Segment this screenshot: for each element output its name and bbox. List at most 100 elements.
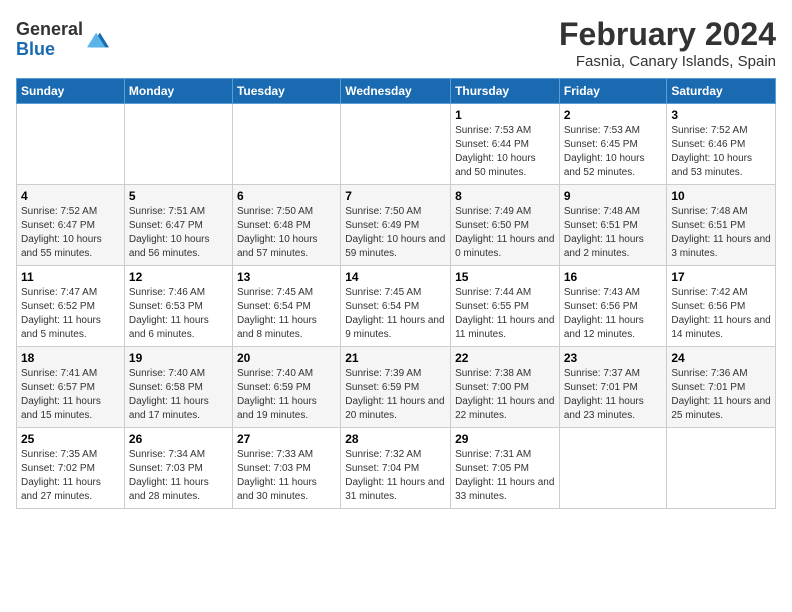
col-header-friday: Friday [559, 79, 667, 104]
calendar-table: SundayMondayTuesdayWednesdayThursdayFrid… [16, 78, 776, 509]
logo: General Blue [16, 20, 109, 60]
day-info: Sunrise: 7:39 AMSunset: 6:59 PMDaylight:… [345, 367, 446, 423]
week-row-5: 25 Sunrise: 7:35 AMSunset: 7:02 PMDayligh… [17, 428, 776, 509]
day-info: Sunrise: 7:48 AMSunset: 6:51 PMDaylight:… [564, 205, 663, 261]
day-number: 12 [129, 270, 228, 284]
day-number: 27 [237, 432, 336, 446]
day-info: Sunrise: 7:52 AMSunset: 6:47 PMDaylight:… [21, 205, 120, 261]
logo-blue-text: Blue [16, 40, 83, 60]
col-header-sunday: Sunday [17, 79, 125, 104]
day-info: Sunrise: 7:43 AMSunset: 6:56 PMDaylight:… [564, 286, 663, 342]
day-number: 13 [237, 270, 336, 284]
logo-general-text: General [16, 20, 83, 40]
main-title: February 2024 [559, 16, 776, 53]
day-number: 4 [21, 189, 120, 203]
day-cell: 26Sunrise: 7:34 AMSunset: 7:03 PMDayligh… [124, 428, 232, 509]
day-number: 2 [564, 108, 663, 122]
title-area: February 2024 Fasnia, Canary Islands, Sp… [559, 16, 776, 70]
day-number: 26 [129, 432, 228, 446]
day-cell: 9Sunrise: 7:48 AMSunset: 6:51 PMDaylight… [559, 185, 667, 266]
day-cell: 15 Sunrise: 7:44 AMSunset: 6:55 PMDayligh… [451, 266, 560, 347]
day-cell: 12 Sunrise: 7:46 AMSunset: 6:53 PMDayligh… [124, 266, 232, 347]
day-number: 28 [345, 432, 446, 446]
logo-icon [87, 29, 109, 51]
col-header-tuesday: Tuesday [232, 79, 340, 104]
day-info: Sunrise: 7:38 AMSunset: 7:00 PMDaylight:… [455, 367, 555, 423]
week-row-1: 1 Sunrise: 7:53 AMSunset: 6:44 PMDaylight… [17, 104, 776, 185]
day-number: 3 [671, 108, 771, 122]
col-header-thursday: Thursday [451, 79, 560, 104]
day-info: Sunrise: 7:52 AMSunset: 6:46 PMDaylight:… [671, 124, 771, 180]
day-cell: 24 Sunrise: 7:36 AMSunset: 7:01 PMDayligh… [667, 347, 776, 428]
calendar-header-row: SundayMondayTuesdayWednesdayThursdayFrid… [17, 79, 776, 104]
day-info: Sunrise: 7:53 AMSunset: 6:45 PMDaylight:… [564, 124, 663, 180]
day-number: 24 [671, 351, 771, 365]
day-number: 18 [21, 351, 120, 365]
day-info: Sunrise: 7:51 AMSunset: 6:47 PMDaylight:… [129, 205, 228, 261]
day-info: Sunrise: 7:35 AMSunset: 7:02 PMDaylight:… [21, 448, 120, 504]
day-cell: 3 Sunrise: 7:52 AMSunset: 6:46 PMDaylight… [667, 104, 776, 185]
day-number: 10 [671, 189, 771, 203]
day-number: 1 [455, 108, 555, 122]
col-header-monday: Monday [124, 79, 232, 104]
day-number: 11 [21, 270, 120, 284]
day-cell: 19 Sunrise: 7:40 AMSunset: 6:58 PMDayligh… [124, 347, 232, 428]
day-cell: 20 Sunrise: 7:40 AMSunset: 6:59 PMDayligh… [232, 347, 340, 428]
day-info: Sunrise: 7:46 AMSunset: 6:53 PMDaylight:… [129, 286, 228, 342]
day-cell: 4 Sunrise: 7:52 AMSunset: 6:47 PMDaylight… [17, 185, 125, 266]
day-cell: 8Sunrise: 7:49 AMSunset: 6:50 PMDaylight… [451, 185, 560, 266]
day-cell [559, 428, 667, 509]
day-cell: 16 Sunrise: 7:43 AMSunset: 6:56 PMDayligh… [559, 266, 667, 347]
day-cell: 25 Sunrise: 7:35 AMSunset: 7:02 PMDayligh… [17, 428, 125, 509]
day-cell: 17 Sunrise: 7:42 AMSunset: 6:56 PMDayligh… [667, 266, 776, 347]
day-number: 17 [671, 270, 771, 284]
day-cell: 13 Sunrise: 7:45 AMSunset: 6:54 PMDayligh… [232, 266, 340, 347]
day-cell: 7 Sunrise: 7:50 AMSunset: 6:49 PMDaylight… [341, 185, 451, 266]
day-number: 22 [455, 351, 555, 365]
calendar-body: 1 Sunrise: 7:53 AMSunset: 6:44 PMDaylight… [17, 104, 776, 509]
week-row-3: 11 Sunrise: 7:47 AMSunset: 6:52 PMDayligh… [17, 266, 776, 347]
day-cell: 1 Sunrise: 7:53 AMSunset: 6:44 PMDaylight… [451, 104, 560, 185]
day-info: Sunrise: 7:32 AMSunset: 7:04 PMDaylight:… [345, 448, 446, 504]
week-row-2: 4 Sunrise: 7:52 AMSunset: 6:47 PMDaylight… [17, 185, 776, 266]
day-number: 16 [564, 270, 663, 284]
day-number: 25 [21, 432, 120, 446]
col-header-saturday: Saturday [667, 79, 776, 104]
day-number: 29 [455, 432, 555, 446]
day-number: 7 [345, 189, 446, 203]
day-number: 21 [345, 351, 446, 365]
day-info: Sunrise: 7:33 AMSunset: 7:03 PMDaylight:… [237, 448, 336, 504]
day-cell: 28 Sunrise: 7:32 AMSunset: 7:04 PMDayligh… [341, 428, 451, 509]
day-info: Sunrise: 7:50 AMSunset: 6:48 PMDaylight:… [237, 205, 336, 261]
day-cell: 6Sunrise: 7:50 AMSunset: 6:48 PMDaylight… [232, 185, 340, 266]
day-cell: 29 Sunrise: 7:31 AMSunset: 7:05 PMDayligh… [451, 428, 560, 509]
day-info: Sunrise: 7:45 AMSunset: 6:54 PMDaylight:… [345, 286, 446, 342]
day-number: 20 [237, 351, 336, 365]
day-info: Sunrise: 7:40 AMSunset: 6:59 PMDaylight:… [237, 367, 336, 423]
day-info: Sunrise: 7:49 AMSunset: 6:50 PMDaylight:… [455, 205, 555, 261]
day-number: 19 [129, 351, 228, 365]
day-number: 5 [129, 189, 228, 203]
day-cell: 23Sunrise: 7:37 AMSunset: 7:01 PMDayligh… [559, 347, 667, 428]
day-info: Sunrise: 7:47 AMSunset: 6:52 PMDaylight:… [21, 286, 120, 342]
day-cell [17, 104, 125, 185]
day-info: Sunrise: 7:37 AMSunset: 7:01 PMDaylight:… [564, 367, 663, 423]
day-info: Sunrise: 7:31 AMSunset: 7:05 PMDaylight:… [455, 448, 555, 504]
day-cell: 10Sunrise: 7:48 AMSunset: 6:51 PMDayligh… [667, 185, 776, 266]
day-info: Sunrise: 7:44 AMSunset: 6:55 PMDaylight:… [455, 286, 555, 342]
day-info: Sunrise: 7:40 AMSunset: 6:58 PMDaylight:… [129, 367, 228, 423]
day-cell [341, 104, 451, 185]
day-cell [232, 104, 340, 185]
day-info: Sunrise: 7:50 AMSunset: 6:49 PMDaylight:… [345, 205, 446, 261]
day-info: Sunrise: 7:53 AMSunset: 6:44 PMDaylight:… [455, 124, 555, 180]
day-info: Sunrise: 7:41 AMSunset: 6:57 PMDaylight:… [21, 367, 120, 423]
page-header: General Blue February 2024 Fasnia, Canar… [16, 16, 776, 70]
day-info: Sunrise: 7:45 AMSunset: 6:54 PMDaylight:… [237, 286, 336, 342]
col-header-wednesday: Wednesday [341, 79, 451, 104]
day-cell: 27 Sunrise: 7:33 AMSunset: 7:03 PMDayligh… [232, 428, 340, 509]
day-info: Sunrise: 7:36 AMSunset: 7:01 PMDaylight:… [671, 367, 771, 423]
subtitle: Fasnia, Canary Islands, Spain [559, 53, 776, 70]
day-info: Sunrise: 7:42 AMSunset: 6:56 PMDaylight:… [671, 286, 771, 342]
day-number: 15 [455, 270, 555, 284]
day-cell: 11 Sunrise: 7:47 AMSunset: 6:52 PMDayligh… [17, 266, 125, 347]
